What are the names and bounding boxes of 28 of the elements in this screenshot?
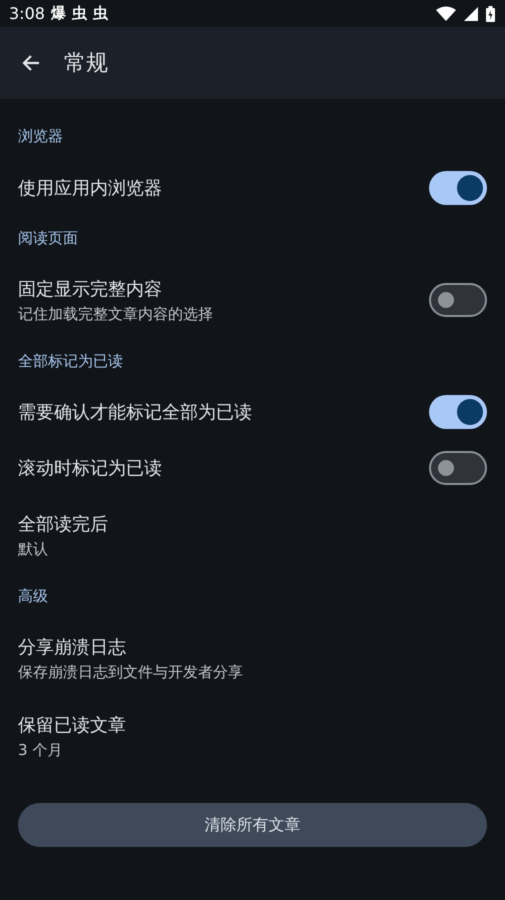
toggle-switch[interactable] <box>429 283 487 317</box>
notification-glyph: 爆 <box>50 4 66 23</box>
notification-glyph: 虫 <box>92 4 108 23</box>
setting-title: 保留已读文章 <box>18 714 127 736</box>
screen-title: 常规 <box>64 50 108 78</box>
clear-articles-button[interactable]: 清除所有文章 <box>18 803 487 847</box>
toggle-switch[interactable] <box>429 451 487 485</box>
wifi-icon <box>436 6 456 22</box>
section-header: 浏览器 <box>18 127 63 146</box>
section-header: 高级 <box>18 587 48 606</box>
section-header: 阅读页面 <box>18 229 78 248</box>
setting-summary: 3 个月 <box>18 740 64 760</box>
signal-icon <box>464 6 478 20</box>
setting-title: 需要确认才能标记全部为已读 <box>18 401 253 424</box>
toggle-switch[interactable] <box>429 395 487 429</box>
toggle-switch[interactable] <box>429 171 487 205</box>
setting-summary: 记住加载完整文章内容的选择 <box>18 304 214 324</box>
setting-title: 全部读完后 <box>18 512 109 536</box>
status-time: 3:08 <box>9 4 45 23</box>
setting-title: 分享崩溃日志 <box>18 636 127 658</box>
setting-summary: 保存崩溃日志到文件与开发者分享 <box>18 662 244 682</box>
setting-summary: 默认 <box>18 540 49 558</box>
notification-glyph: 虫 <box>72 4 87 23</box>
section-header: 全部标记为已读 <box>18 352 123 371</box>
setting-title: 固定显示完整内容 <box>18 278 163 300</box>
setting-title: 滚动时标记为已读 <box>18 457 163 480</box>
setting-title: 使用应用内浏览器 <box>18 177 163 200</box>
battery-icon <box>486 6 495 22</box>
